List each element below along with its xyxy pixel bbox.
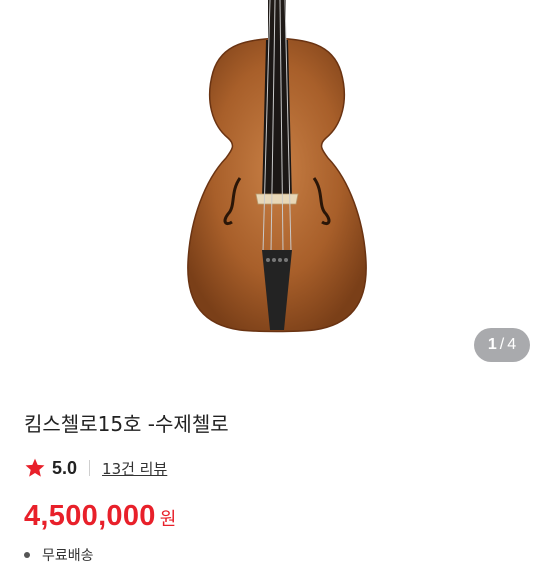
image-counter-current: 1 <box>487 336 497 353</box>
review-count-link[interactable]: 13건 리뷰 <box>102 458 167 479</box>
product-title: 킴스첼로15호 -수제첼로 <box>24 412 229 436</box>
price-currency: 원 <box>159 509 177 530</box>
price-row: 4,500,000 원 <box>24 500 176 533</box>
rating-divider <box>89 460 91 476</box>
image-counter-separator: / <box>499 336 505 353</box>
shipping-bullet-icon <box>24 552 30 558</box>
rating-score: 5.0 <box>52 457 78 478</box>
rating-row: 5.0 13건 리뷰 <box>24 456 167 480</box>
image-counter: 1 / 4 <box>474 328 530 362</box>
star-icon <box>25 458 45 477</box>
cello-image <box>187 0 367 333</box>
shipping-info: 무료배송 <box>24 545 94 565</box>
product-image-gallery[interactable]: 1 / 4 <box>0 0 554 380</box>
image-counter-total: 4 <box>507 336 517 353</box>
product-price: 4,500,000 <box>24 500 156 532</box>
shipping-label: 무료배송 <box>42 548 94 564</box>
